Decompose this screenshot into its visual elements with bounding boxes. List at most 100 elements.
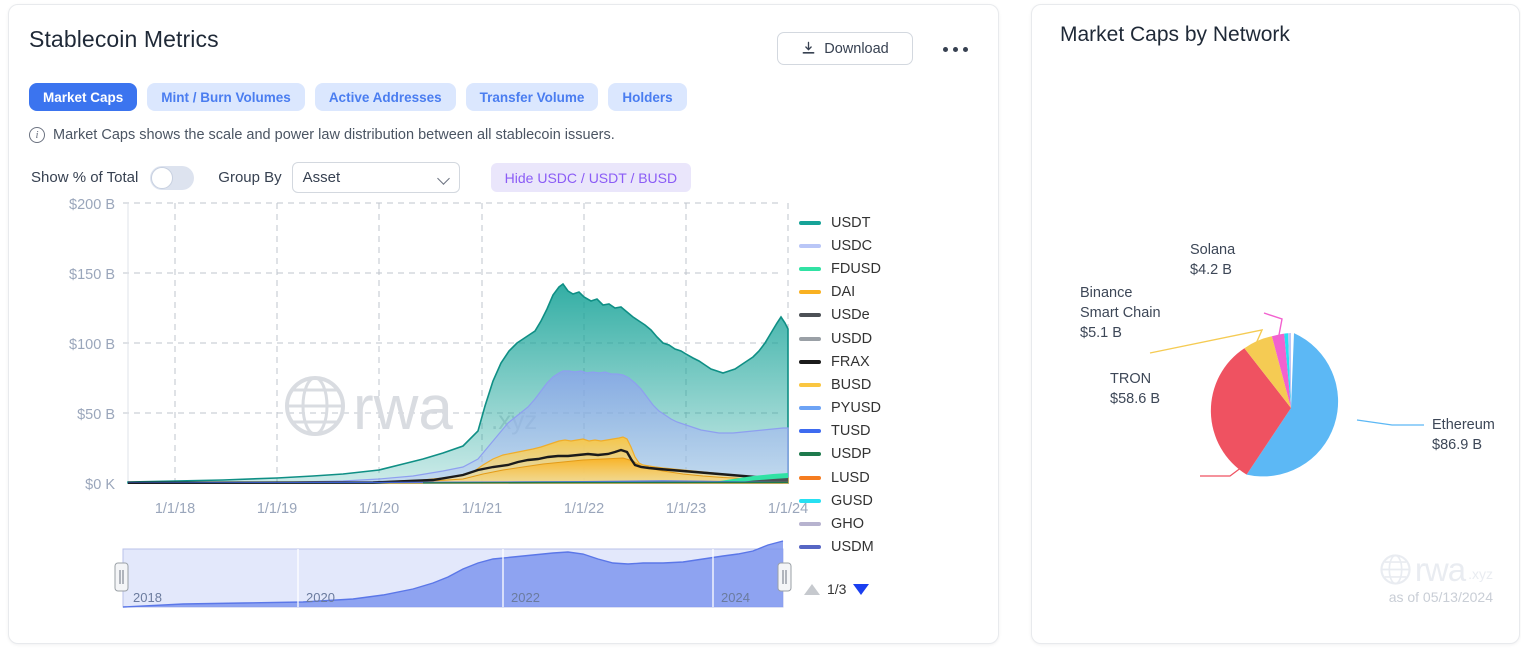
more-horizontal-icon	[943, 46, 948, 52]
svg-text:1/1/21: 1/1/21	[462, 501, 502, 517]
pager-text: 1/3	[827, 581, 847, 597]
download-button-label: Download	[824, 40, 889, 57]
pie-label-ethereum-name: Ethereum	[1432, 417, 1495, 433]
globe-icon	[1380, 554, 1411, 585]
svg-text:$50 B: $50 B	[77, 407, 115, 423]
group-by-label: Group By	[218, 169, 282, 186]
tab-active-addresses[interactable]: Active Addresses	[314, 83, 456, 111]
svg-text:$100 B: $100 B	[69, 337, 115, 353]
metric-tabs: Market Caps Mint / Burn Volumes Active A…	[29, 83, 687, 111]
legend-swatch	[799, 359, 821, 364]
legend-item-frax[interactable]: FRAX	[799, 350, 949, 373]
legend-pager: 1/3	[804, 581, 870, 597]
tab-transfer-volume[interactable]: Transfer Volume	[465, 83, 599, 111]
pie-slices	[1210, 333, 1339, 477]
pie-label-bsc-name-2: Smart Chain	[1080, 305, 1161, 321]
legend-item-usdm[interactable]: USDM	[799, 536, 949, 559]
svg-text:rwa: rwa	[353, 374, 453, 443]
legend-item-busd[interactable]: BUSD	[799, 373, 949, 396]
chart-navigator[interactable]: 2018 2020 2022 2024	[114, 540, 792, 608]
chevron-down-icon	[436, 172, 450, 185]
legend-swatch	[799, 545, 821, 550]
triangle-down-icon[interactable]	[853, 583, 870, 595]
download-button[interactable]: Download	[777, 32, 913, 65]
legend-item-dai[interactable]: DAI	[799, 281, 949, 304]
page-title: Stablecoin Metrics	[29, 26, 219, 52]
legend-swatch	[799, 429, 821, 434]
legend-item-gusd[interactable]: GUSD	[799, 489, 949, 512]
legend-item-usdd[interactable]: USDD	[799, 327, 949, 350]
info-banner: i Market Caps shows the scale and power …	[29, 127, 615, 143]
pie-label-ethereum-value: $86.9 B	[1432, 437, 1482, 453]
svg-text:$200 B: $200 B	[69, 197, 115, 213]
legend-swatch	[799, 336, 821, 341]
info-icon: i	[29, 127, 45, 143]
triangle-up-icon[interactable]	[804, 583, 820, 595]
x-axis-labels: 1/1/18 1/1/19 1/1/20 1/1/21 1/1/22 1/1/2…	[155, 501, 808, 517]
more-options-button[interactable]	[943, 41, 979, 57]
tab-holders[interactable]: Holders	[608, 83, 687, 111]
svg-text:1/1/19: 1/1/19	[257, 501, 297, 517]
legend-item-usdp[interactable]: USDP	[799, 443, 949, 466]
svg-text:1/1/20: 1/1/20	[359, 501, 399, 517]
legend-swatch	[799, 475, 821, 480]
legend-item-usdt[interactable]: USDT	[799, 211, 949, 234]
chart-legend: USDT USDC FDUSD DAI USDe USDD FRAX BUSD …	[799, 211, 949, 559]
as-of-date: as of 05/13/2024	[1388, 589, 1493, 605]
pie-label-tron-value: $58.6 B	[1110, 391, 1160, 407]
download-icon	[802, 41, 815, 54]
market-caps-by-network-card: Market Caps by Network Ethereum $86.9 B …	[1031, 4, 1520, 644]
watermark-text: rwa	[1414, 551, 1466, 588]
rwa-watermark-right: rwa .xyz as of 05/13/2024	[1379, 553, 1493, 605]
legend-item-lusd[interactable]: LUSD	[799, 466, 949, 489]
watermark-suffix: .xyz	[1468, 566, 1493, 582]
tab-market-caps[interactable]: Market Caps	[29, 83, 138, 111]
legend-swatch	[799, 522, 821, 527]
svg-text:$150 B: $150 B	[69, 267, 115, 283]
show-percent-toggle[interactable]	[150, 165, 195, 190]
legend-item-fdusd[interactable]: FDUSD	[799, 257, 949, 280]
legend-swatch	[799, 452, 821, 457]
group-by-select[interactable]: Asset	[291, 162, 460, 193]
navigator-handle-right[interactable]	[777, 562, 792, 592]
legend-swatch	[799, 382, 821, 387]
svg-text:1/1/22: 1/1/22	[564, 501, 604, 517]
legend-swatch	[799, 313, 821, 318]
svg-text:2020: 2020	[306, 590, 335, 605]
pie-label-bsc-value: $5.1 B	[1080, 325, 1122, 341]
legend-swatch	[799, 220, 821, 225]
legend-swatch	[799, 243, 821, 248]
legend-swatch	[799, 290, 821, 295]
legend-item-usdc[interactable]: USDC	[799, 234, 949, 257]
legend-swatch	[799, 266, 821, 271]
svg-text:1/1/23: 1/1/23	[666, 501, 706, 517]
page-root: Stablecoin Metrics Download Market Caps …	[0, 0, 1521, 651]
pie-chart-title: Market Caps by Network	[1060, 23, 1290, 46]
chart-controls: Show % of Total Group By Asset Hide USDC…	[31, 162, 692, 193]
y-axis-labels: $200 B $150 B $100 B $50 B $0 K	[69, 197, 115, 493]
pie-label-solana-value: $4.2 B	[1190, 262, 1232, 278]
show-percent-label: Show % of Total	[31, 169, 139, 186]
legend-swatch	[799, 498, 821, 503]
svg-text:1/1/18: 1/1/18	[155, 501, 195, 517]
legend-item-tusd[interactable]: TUSD	[799, 420, 949, 443]
toggle-knob	[151, 166, 174, 189]
svg-text:$0 K: $0 K	[85, 477, 115, 493]
info-text: Market Caps shows the scale and power la…	[53, 127, 615, 143]
legend-item-pyusd[interactable]: PYUSD	[799, 397, 949, 420]
svg-text:2022: 2022	[511, 590, 540, 605]
tab-mint-burn-volumes[interactable]: Mint / Burn Volumes	[147, 83, 305, 111]
stablecoin-metrics-card: Stablecoin Metrics Download Market Caps …	[8, 4, 999, 644]
legend-item-gho[interactable]: GHO	[799, 512, 949, 535]
svg-text:2024: 2024	[721, 590, 750, 605]
group-by-value: Asset	[302, 169, 341, 186]
legend-item-usde[interactable]: USDe	[799, 304, 949, 327]
svg-text:2018: 2018	[133, 590, 162, 605]
pie-label-tron-name: TRON	[1110, 371, 1151, 387]
pie-label-solana-name: Solana	[1190, 242, 1236, 258]
navigator-handle-left[interactable]	[114, 562, 129, 592]
pie-label-bsc-name: Binance	[1080, 285, 1132, 301]
hide-stablecoins-button[interactable]: Hide USDC / USDT / BUSD	[490, 163, 692, 192]
network-pie-chart[interactable]: Ethereum $86.9 B TRON $58.6 B Binance Sm…	[1032, 65, 1521, 625]
legend-swatch	[799, 406, 821, 411]
